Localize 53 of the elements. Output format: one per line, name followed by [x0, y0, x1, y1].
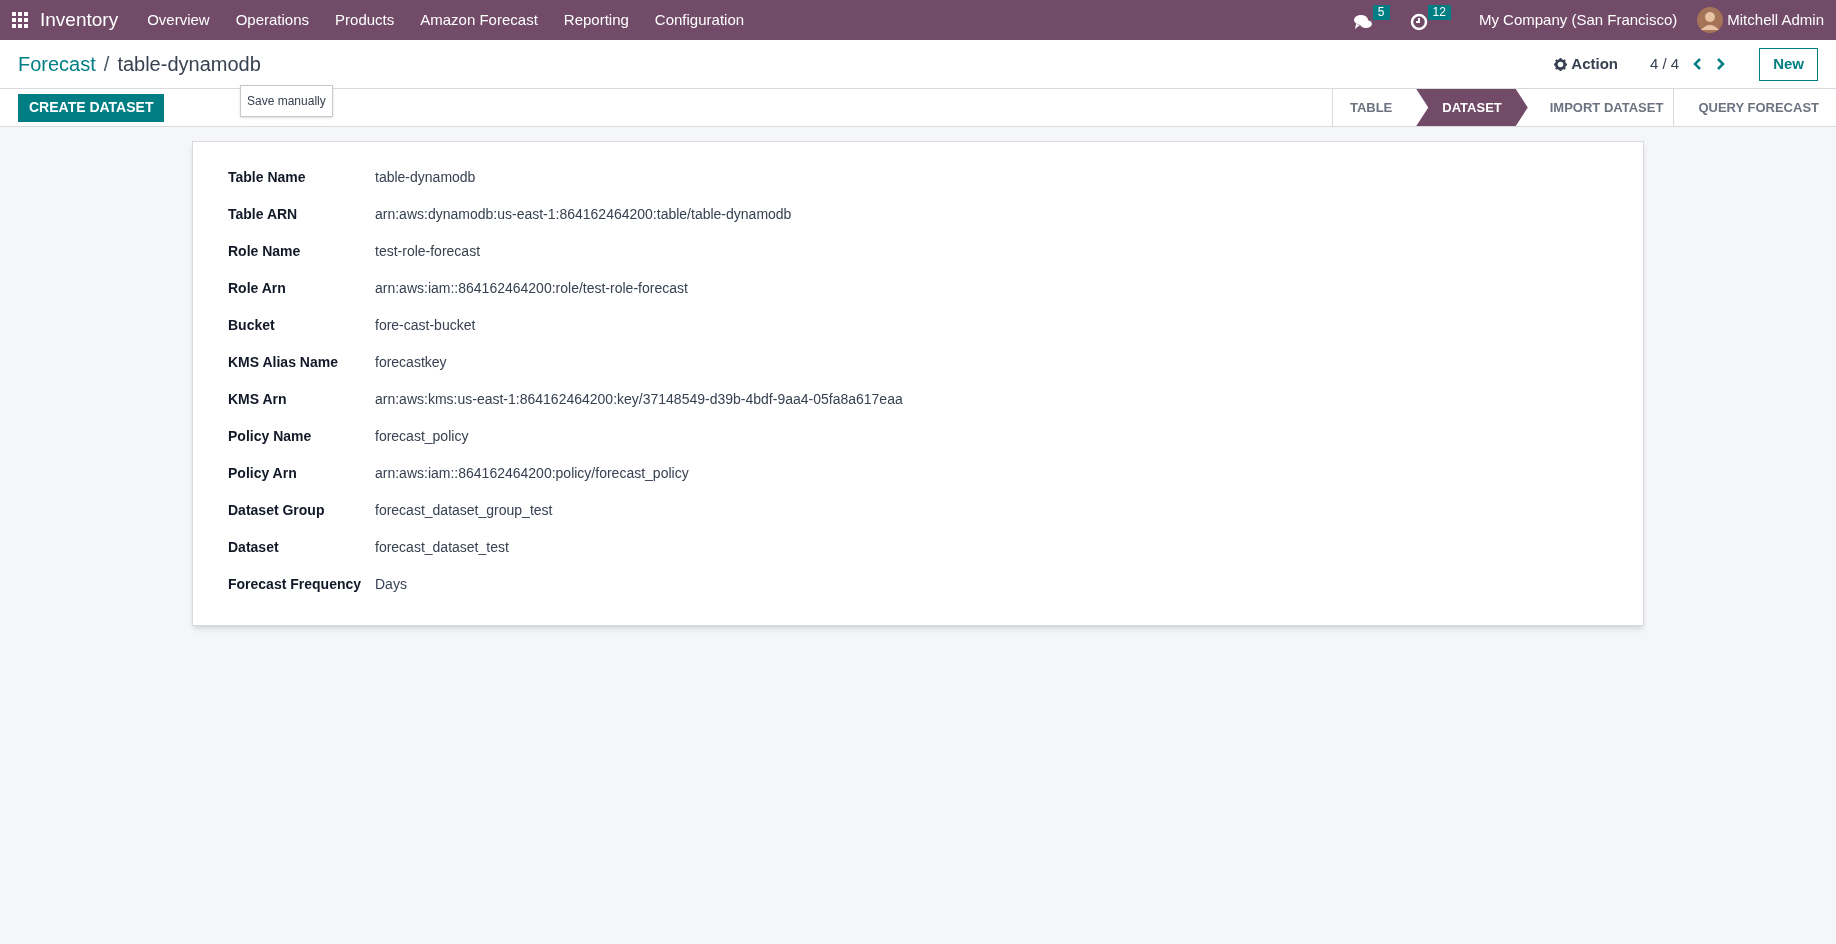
gear-icon: [1554, 57, 1568, 71]
field-value: forecastkey: [375, 353, 448, 372]
pager-value[interactable]: 4 / 4: [1649, 52, 1680, 76]
field-label: Role Arn: [228, 279, 287, 298]
company-switcher[interactable]: My Company (San Francisco): [1478, 8, 1678, 32]
menu-item[interactable]: Reporting: [550, 8, 642, 32]
stage-tab[interactable]: IMPORT DATASET: [1527, 89, 1674, 126]
field-value: table-dynamodb: [375, 168, 477, 187]
field-value: arn:aws:dynamodb:us-east-1:864162464200:table/table-dynamodb: [375, 205, 793, 224]
field-label: Dataset Group: [228, 501, 326, 520]
menu-item[interactable]: Overview: [134, 8, 223, 32]
field-label: KMS Alias Name: [228, 353, 339, 372]
field-label: Dataset: [228, 538, 280, 557]
field-label: Forecast Frequency: [228, 575, 363, 594]
field-label: KMS Arn: [228, 390, 288, 409]
field-value: forecast_dataset_group_test: [375, 501, 554, 520]
stage-tab[interactable]: QUERY FORECAST: [1673, 89, 1836, 126]
field-value: forecast_dataset_test: [375, 538, 510, 557]
menu-item[interactable]: Operations: [222, 8, 323, 32]
field-value: Days: [375, 575, 408, 594]
app-name[interactable]: Inventory: [40, 5, 119, 35]
field-value: arn:aws:kms:us-east-1:864162464200:key/37148549-d39b-4bdf-9aa4-05fa8a617eaa: [375, 390, 904, 409]
action-menu-button[interactable]: Action: [1554, 52, 1618, 76]
record-title: table-dynamodb: [117, 52, 261, 77]
breadcrumb-separator: /: [103, 52, 110, 77]
field-label: Table ARN: [228, 205, 299, 224]
stage-tab[interactable]: DATASET: [1416, 89, 1528, 126]
field-label: Bucket: [228, 316, 276, 335]
menu-item[interactable]: Products: [322, 8, 408, 32]
activity-count-badge: 12: [1427, 5, 1451, 20]
create-dataset-button[interactable]: CREATE DATASET: [18, 93, 165, 122]
user-name[interactable]: Mitchell Admin: [1727, 8, 1824, 32]
field-value: forecast_policy: [375, 427, 470, 446]
field-label: Policy Arn: [228, 464, 298, 483]
tooltip: Save manually: [240, 85, 333, 117]
field-value: arn:aws:iam::864162464200:role/test-role-forecast: [375, 279, 689, 298]
message-count-badge: 5: [1372, 5, 1390, 20]
avatar-icon[interactable]: [1697, 7, 1724, 33]
field-label: Policy Name: [228, 427, 313, 446]
field-value: arn:aws:iam::864162464200:policy/forecast_policy: [375, 464, 690, 483]
chat-icon[interactable]: [1352, 13, 1373, 31]
stage-tab[interactable]: TABLE: [1332, 89, 1417, 126]
new-button[interactable]: New: [1759, 47, 1818, 81]
menu-item[interactable]: Amazon Forecast: [407, 8, 551, 32]
field-value: fore-cast-bucket: [375, 316, 477, 335]
clock-icon[interactable]: [1409, 13, 1428, 31]
field-label: Role Name: [228, 242, 302, 261]
breadcrumb-link[interactable]: Forecast: [18, 49, 96, 79]
field-value: test-role-forecast: [375, 242, 482, 261]
apps-grid-icon[interactable]: [12, 12, 28, 28]
field-label: Table Name: [228, 168, 307, 187]
previous-icon[interactable]: [1691, 57, 1704, 71]
menu-item[interactable]: Configuration: [641, 8, 758, 32]
